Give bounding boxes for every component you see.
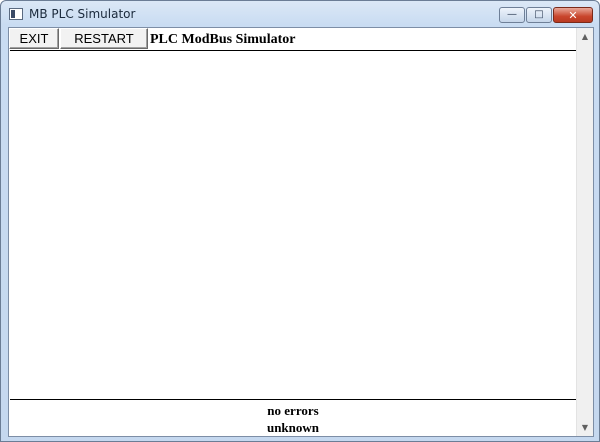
app-window-icon[interactable] bbox=[9, 8, 23, 20]
title-bar[interactable]: MB PLC Simulator — □ ✕ bbox=[1, 1, 599, 27]
maximize-icon: □ bbox=[534, 9, 544, 20]
error-status-text: no errors bbox=[267, 403, 319, 418]
connection-status-text: unknown bbox=[266, 420, 320, 435]
minimize-icon: — bbox=[507, 9, 517, 20]
caption-buttons: — □ ✕ bbox=[499, 7, 593, 25]
restart-button[interactable]: RESTART bbox=[60, 28, 148, 49]
toolbar: EXIT RESTART PLC ModBus Simulator bbox=[9, 28, 577, 50]
page-title: PLC ModBus Simulator bbox=[150, 32, 296, 47]
scroll-down-icon[interactable]: ▼ bbox=[577, 419, 593, 436]
minimize-button[interactable]: — bbox=[499, 7, 525, 23]
window-title: MB PLC Simulator bbox=[29, 7, 136, 21]
scroll-up-icon[interactable]: ▲ bbox=[577, 28, 593, 45]
close-button[interactable]: ✕ bbox=[553, 7, 593, 23]
maximize-button[interactable]: □ bbox=[526, 7, 552, 23]
app-window: MB PLC Simulator — □ ✕ EXIT RESTART PLC … bbox=[0, 0, 600, 442]
client-area: EXIT RESTART PLC ModBus Simulator no err… bbox=[8, 27, 594, 437]
close-icon: ✕ bbox=[568, 8, 578, 22]
vertical-scrollbar[interactable]: ▲ ▼ bbox=[576, 28, 593, 436]
exit-button[interactable]: EXIT bbox=[9, 28, 59, 49]
simulator-display-area bbox=[10, 50, 577, 400]
status-area: no errors unknown bbox=[9, 401, 577, 436]
